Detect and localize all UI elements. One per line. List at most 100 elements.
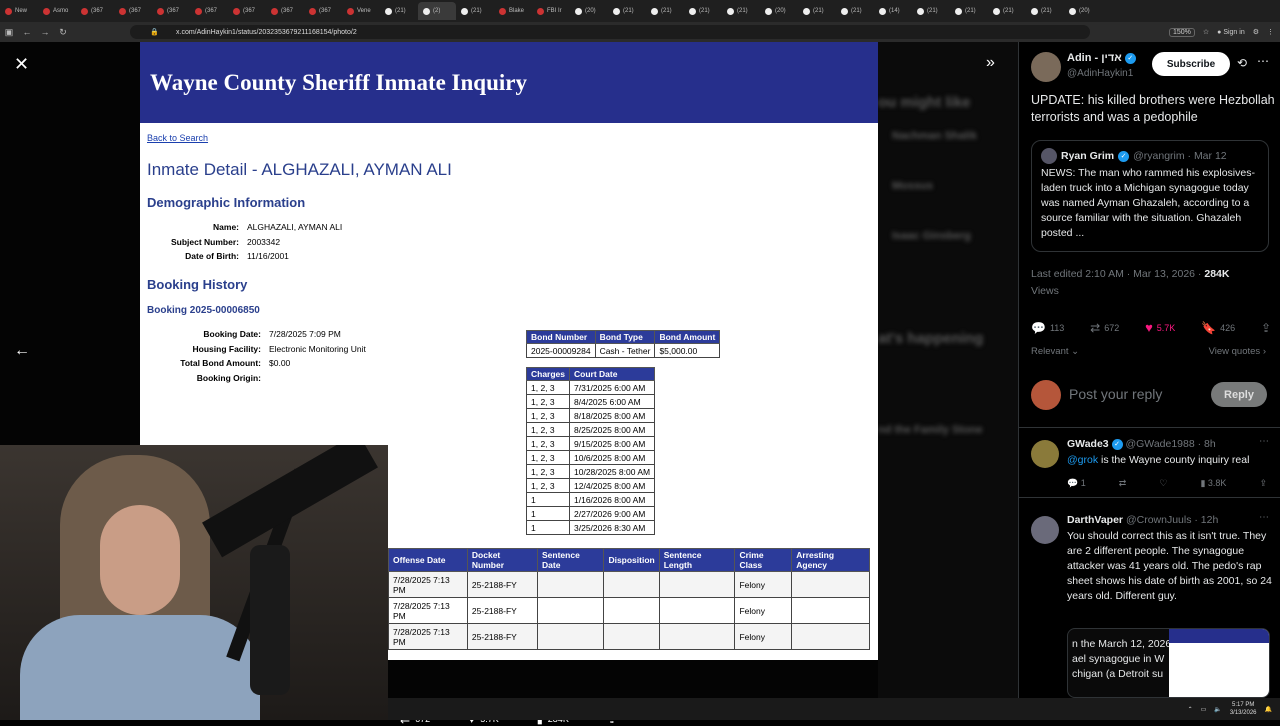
table-cell: 7/31/2025 6:00 AM <box>569 380 656 395</box>
more-options-icon[interactable]: ⋯ <box>1259 436 1269 447</box>
browser-tab[interactable]: (14) <box>874 2 912 20</box>
tab-favicon-icon <box>727 7 734 15</box>
browser-tab[interactable]: (21) <box>912 2 950 20</box>
sign-in-button[interactable]: ● Sign in <box>1217 29 1245 36</box>
more-options-icon[interactable]: ⋯ <box>1257 54 1269 68</box>
sidebar-toggle-icon[interactable]: ▣ <box>0 27 18 38</box>
reply-button[interactable]: Reply <box>1211 382 1267 407</box>
tab-favicon-icon <box>271 7 278 15</box>
reply-action[interactable]: 💬 1 <box>1067 478 1086 489</box>
tab-favicon-icon <box>233 7 240 15</box>
more-options-icon[interactable]: ⋯ <box>1259 512 1269 523</box>
table-header-row: Charges Court Date <box>525 367 656 381</box>
browser-tab[interactable]: (21) <box>684 2 722 20</box>
browser-tab[interactable]: Asmo <box>38 2 76 20</box>
share-action[interactable]: ⇪ <box>1261 320 1271 335</box>
table-row: 1, 2, 3 12/4/2025 8:00 AM <box>525 478 656 493</box>
reply-avatar[interactable] <box>1031 440 1059 468</box>
reload-icon[interactable]: ↻ <box>54 27 72 38</box>
reply-input[interactable]: Post your reply <box>1069 386 1162 402</box>
browser-tab[interactable]: (21) <box>988 2 1026 20</box>
browser-tab[interactable]: Vene <box>342 2 380 20</box>
quote-avatar <box>1041 148 1057 164</box>
sort-relevant-dropdown[interactable]: Relevant ⌄ <box>1031 346 1079 357</box>
author-avatar[interactable] <box>1031 52 1061 82</box>
browser-tab[interactable]: (20) <box>1064 2 1102 20</box>
collapse-sidebar-icon[interactable]: » <box>986 54 995 72</box>
browser-tab[interactable]: (21) <box>1026 2 1064 20</box>
browser-tab[interactable]: Blake <box>494 2 532 20</box>
notifications-icon[interactable]: 🔔 <box>1265 706 1272 713</box>
view-quotes-link[interactable]: View quotes › <box>1209 346 1266 357</box>
browser-tab[interactable]: (367 <box>114 2 152 20</box>
author-handle[interactable]: @AdinHaykin1 <box>1067 68 1133 79</box>
lock-icon: 🔒 <box>150 29 159 36</box>
browser-tab[interactable]: (21) <box>950 2 988 20</box>
info-row: Name: ALGHAZALI, AYMAN ALI <box>142 222 342 232</box>
tab-favicon-icon <box>955 7 962 15</box>
previous-photo-icon[interactable]: ← <box>14 342 30 360</box>
browser-tab[interactable]: (21) <box>836 2 874 20</box>
reply-author-handle[interactable]: @GWade1988 · 8h <box>1125 438 1215 450</box>
mention-link[interactable]: @grok <box>1067 454 1098 466</box>
tab-favicon-icon <box>5 7 12 15</box>
tray-chevron-icon[interactable]: ⌃ <box>1188 706 1193 713</box>
retweet-icon[interactable]: ⇄ <box>1119 478 1127 489</box>
bookmark-star-icon[interactable]: ☆ <box>1203 28 1209 36</box>
like-action[interactable]: ♥ 5.7K <box>1145 320 1175 335</box>
tab-label: (20) <box>775 8 786 14</box>
reply-author-name[interactable]: GWade3 <box>1067 438 1109 450</box>
edited-timestamp[interactable]: Last edited 2:10 AM · Mar 13, 2026 · <box>1031 268 1204 280</box>
browser-tab[interactable]: (367 <box>228 2 266 20</box>
browser-tab[interactable]: (367 <box>190 2 228 20</box>
browser-tab[interactable]: (20) <box>760 2 798 20</box>
browser-tab[interactable]: (367 <box>266 2 304 20</box>
reply-avatar[interactable] <box>1031 516 1059 544</box>
heart-icon[interactable]: ♡ <box>1159 478 1167 489</box>
tab-favicon-icon <box>499 7 506 15</box>
browser-tab[interactable]: New <box>0 2 38 20</box>
reply-author-name[interactable]: DarthVaper <box>1067 514 1123 526</box>
browser-tab[interactable]: (367 <box>304 2 342 20</box>
reply-author-handle[interactable]: @CrownJuuls · 12h <box>1126 514 1218 526</box>
back-icon[interactable]: ← <box>18 27 36 37</box>
browser-tab[interactable]: (367 <box>152 2 190 20</box>
grok-icon[interactable]: ⟲ <box>1237 56 1247 70</box>
browser-tab[interactable]: (21) <box>798 2 836 20</box>
browser-tab[interactable]: (21) <box>380 2 418 20</box>
browser-tab[interactable]: FBI Ir <box>532 2 570 20</box>
browser-tab[interactable]: (367 <box>76 2 114 20</box>
volume-icon[interactable]: 🔈 <box>1214 706 1221 713</box>
author-name[interactable]: Adin - אדין <box>1067 52 1122 64</box>
browser-tab[interactable]: (20) <box>570 2 608 20</box>
views-stat[interactable]: ▮ 3.8K <box>1200 478 1226 489</box>
info-label: Name: <box>213 222 239 232</box>
info-label: Booking Origin: <box>196 372 261 383</box>
retweet-action[interactable]: ⇄ 672 <box>1090 320 1119 335</box>
forward-icon[interactable]: → <box>36 27 54 37</box>
address-bar[interactable]: 🔒 x.com/AdinHaykin1/status/2032353679211… <box>130 25 1090 39</box>
share-icon[interactable]: ⇪ <box>1259 478 1267 489</box>
browser-tab[interactable]: (21) <box>608 2 646 20</box>
quoted-tweet[interactable]: Ryan Grim ✓ @ryangrim · Mar 12 NEWS: The… <box>1031 140 1269 252</box>
browser-tab[interactable]: (21) <box>646 2 684 20</box>
menu-icon[interactable]: ⋮ <box>1267 28 1274 36</box>
browser-tab[interactable]: (21) <box>456 2 494 20</box>
network-icon[interactable]: ▭ <box>1201 706 1207 713</box>
reply-item[interactable]: GWade3 ✓ @GWade1988 · 8h ⋯ @grok is the … <box>1019 432 1280 498</box>
extensions-icon[interactable]: ⚙ <box>1253 28 1259 36</box>
zoom-level[interactable]: 150% <box>1168 27 1195 37</box>
reply-item[interactable]: DarthVaper @CrownJuuls · 12h ⋯ You shoul… <box>1019 508 1280 698</box>
clock[interactable]: 5:17 PM 3/13/2026 <box>1230 701 1257 717</box>
user-avatar <box>1031 380 1061 410</box>
reply-action[interactable]: 💬 113 <box>1031 320 1064 335</box>
subscribe-button[interactable]: Subscribe <box>1152 52 1230 76</box>
browser-tab[interactable]: (21) <box>722 2 760 20</box>
info-value: 2003342 <box>247 236 281 247</box>
browser-tab[interactable]: (2) <box>418 2 456 20</box>
table-cell <box>537 597 605 624</box>
reply-quote-card[interactable]: n the March 12, 2026 ael synagogue in W … <box>1067 628 1270 698</box>
tab-label: (367 <box>91 8 104 14</box>
bookmark-action[interactable]: 🔖 426 <box>1201 320 1235 335</box>
close-icon[interactable]: ✕ <box>14 54 29 75</box>
